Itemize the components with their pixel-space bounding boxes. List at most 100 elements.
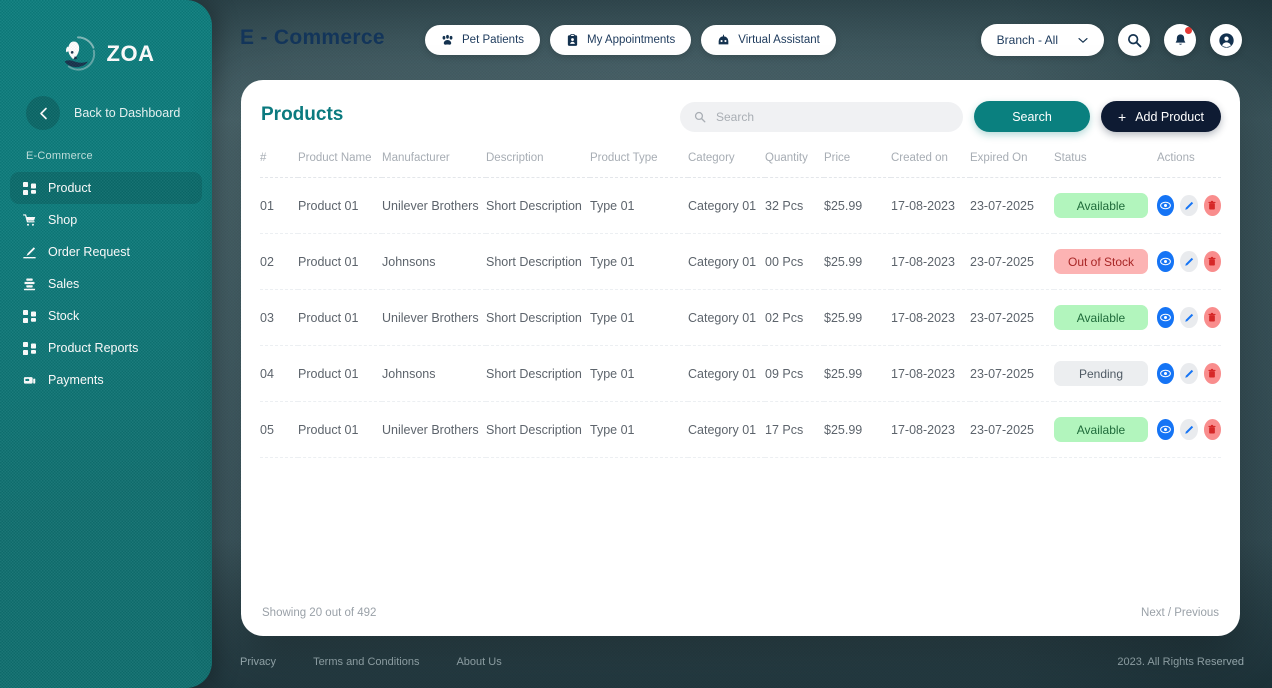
- pill-virtual-assistant[interactable]: Virtual Assistant: [701, 25, 836, 55]
- plus-icon: +: [1118, 108, 1127, 125]
- sidebar-item-label: Product: [48, 181, 92, 195]
- search-icon: [694, 111, 706, 123]
- row-description: Short Description: [486, 345, 590, 402]
- status-badge: Available: [1054, 305, 1148, 330]
- bell-icon: [1173, 33, 1188, 48]
- row-quantity: 32 Pcs: [765, 177, 824, 234]
- account-button[interactable]: [1210, 24, 1242, 56]
- add-product-button[interactable]: + Add Product: [1101, 101, 1221, 132]
- table-row: 04 Product 01 Johnsons Short Description Typ…: [260, 345, 1221, 402]
- trash-icon[interactable]: [1203, 419, 1221, 440]
- footer-links: Privacy Terms and Conditions About Us: [240, 656, 502, 668]
- footer-link-about-us[interactable]: About Us: [456, 656, 501, 668]
- row-category: Category 01: [688, 177, 765, 234]
- column-header-manufacturer: Manufacturer: [382, 146, 486, 178]
- pencil-icon[interactable]: [1180, 195, 1198, 216]
- column-header-expired-on: Expired On: [970, 146, 1054, 178]
- chevron-left-icon: [26, 96, 60, 130]
- sidebar-item-order-request[interactable]: Order Request: [10, 236, 202, 268]
- notifications-button[interactable]: [1164, 24, 1196, 56]
- pill-pet-patients[interactable]: Pet Patients: [425, 25, 541, 55]
- sidebar-item-sales[interactable]: Sales: [10, 268, 202, 300]
- sidebar-item-shop[interactable]: Shop: [10, 204, 202, 236]
- row-actions: [1157, 363, 1221, 384]
- showing-count: Showing 20 out of 492: [262, 607, 377, 619]
- card-header: Products Search + Add Product: [241, 80, 1240, 146]
- row-actions: [1157, 251, 1221, 272]
- sidebar-item-product-reports[interactable]: Product Reports: [10, 332, 202, 364]
- pencil-icon[interactable]: [1180, 251, 1198, 272]
- search-button[interactable]: Search: [974, 101, 1090, 132]
- back-to-dashboard-button[interactable]: Back to Dashboard: [26, 96, 180, 130]
- column-header-actions: Actions: [1157, 146, 1221, 178]
- row-status-cell: Available: [1054, 177, 1157, 234]
- grid-icon: [22, 309, 36, 323]
- add-product-label: Add Product: [1135, 109, 1204, 124]
- sidebar-section-label: E-Commerce: [26, 150, 93, 162]
- eye-icon[interactable]: [1157, 419, 1175, 440]
- paw-icon: [441, 34, 454, 47]
- row-quantity: 00 Pcs: [765, 233, 824, 290]
- pill-label: My Appointments: [587, 34, 676, 46]
- footer-link-terms[interactable]: Terms and Conditions: [313, 656, 419, 668]
- row-num: 01: [260, 177, 298, 234]
- pencil-icon[interactable]: [1180, 363, 1198, 384]
- footer-copyright: 2023. All Rights Reserved: [1117, 656, 1244, 668]
- header-search-button[interactable]: [1118, 24, 1150, 56]
- branch-select[interactable]: Branch - All: [980, 24, 1104, 56]
- eye-icon[interactable]: [1157, 307, 1175, 328]
- column-header-num: #: [260, 146, 298, 178]
- row-actions-cell: [1157, 401, 1221, 458]
- page-title: E - Commerce: [240, 26, 385, 49]
- eye-icon[interactable]: [1157, 251, 1175, 272]
- row-num: 05: [260, 401, 298, 458]
- sidebar-item-payments[interactable]: Payments: [10, 364, 202, 396]
- row-created-on: 17-08-2023: [891, 177, 970, 234]
- sidebar-item-product[interactable]: Product: [10, 172, 202, 204]
- row-product-type: Type 01: [590, 177, 688, 234]
- trash-icon[interactable]: [1203, 363, 1221, 384]
- sidebar-item-stock[interactable]: Stock: [10, 300, 202, 332]
- status-badge: Out of Stock: [1054, 249, 1148, 274]
- pill-my-appointments[interactable]: My Appointments: [550, 25, 692, 55]
- eye-icon[interactable]: [1157, 195, 1175, 216]
- search-icon: [1127, 33, 1142, 48]
- pagination-next-previous[interactable]: Next / Previous: [1141, 607, 1219, 619]
- column-header-product-name: Product Name: [298, 146, 382, 178]
- back-to-dashboard-label: Back to Dashboard: [74, 106, 181, 120]
- sidebar-item-label: Sales: [48, 277, 80, 291]
- row-expired-on: 23-07-2025: [970, 233, 1054, 290]
- trash-icon[interactable]: [1203, 195, 1221, 216]
- row-category: Category 01: [688, 345, 765, 402]
- pencil-icon[interactable]: [1180, 307, 1198, 328]
- row-created-on: 17-08-2023: [891, 289, 970, 346]
- robot-icon: [717, 34, 730, 47]
- row-product-type: Type 01: [590, 289, 688, 346]
- trash-icon[interactable]: [1203, 307, 1221, 328]
- row-product-name: Product 01: [298, 289, 382, 346]
- page-footer: Privacy Terms and Conditions About Us 20…: [212, 636, 1272, 688]
- row-product-type: Type 01: [590, 401, 688, 458]
- row-price: $25.99: [824, 401, 891, 458]
- column-header-category: Category: [688, 146, 765, 178]
- search-field-wrapper[interactable]: [680, 101, 963, 132]
- pencil-icon[interactable]: [1180, 419, 1198, 440]
- row-created-on: 17-08-2023: [891, 345, 970, 402]
- row-quantity: 09 Pcs: [765, 345, 824, 402]
- search-input[interactable]: [716, 109, 949, 124]
- table-row: 03 Product 01 Unilever Brothers Short Descr…: [260, 289, 1221, 346]
- column-header-description: Description: [486, 146, 590, 178]
- row-description: Short Description: [486, 177, 590, 234]
- sidebar-logo[interactable]: ZOA: [0, 34, 212, 74]
- row-num: 04: [260, 345, 298, 402]
- row-actions-cell: [1157, 345, 1221, 402]
- footer-link-privacy[interactable]: Privacy: [240, 656, 276, 668]
- sidebar-item-label: Payments: [48, 373, 104, 387]
- header-actions: Branch - All: [980, 24, 1242, 56]
- eye-icon[interactable]: [1157, 363, 1175, 384]
- table-body: 01 Product 01 Unilever Brothers Short Descr…: [260, 177, 1221, 458]
- trash-icon[interactable]: [1203, 251, 1221, 272]
- row-description: Short Description: [486, 289, 590, 346]
- pill-label: Virtual Assistant: [738, 34, 820, 46]
- chevron-down-icon: [1078, 31, 1088, 49]
